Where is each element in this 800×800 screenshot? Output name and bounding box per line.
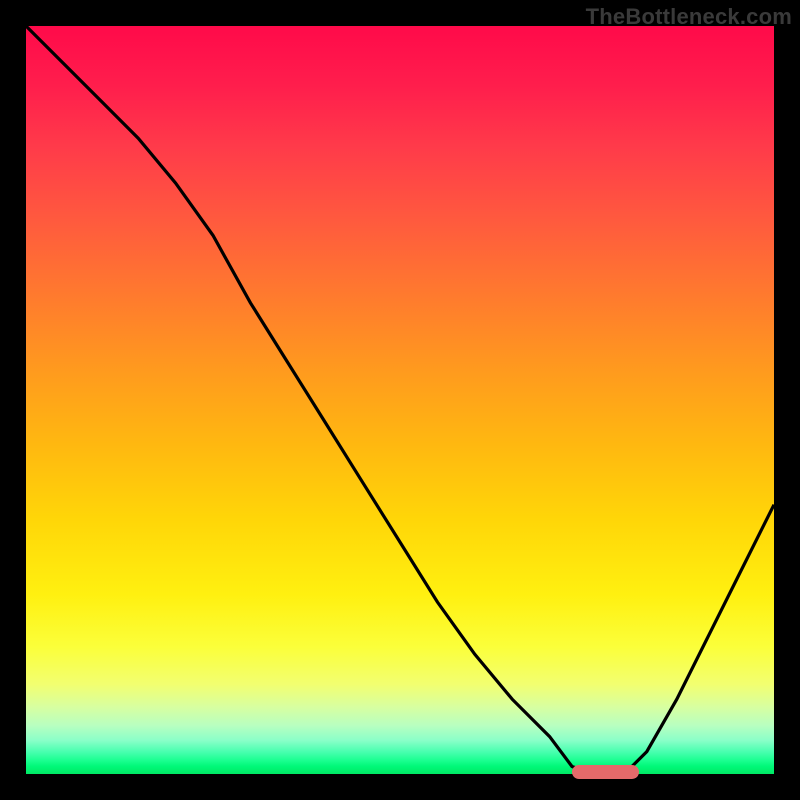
watermark-text: TheBottleneck.com (586, 4, 792, 30)
curve-path (26, 26, 774, 774)
highlight-marker (572, 765, 639, 779)
bottleneck-curve (26, 26, 774, 774)
plot-area (26, 26, 774, 774)
chart-frame: TheBottleneck.com (0, 0, 800, 800)
